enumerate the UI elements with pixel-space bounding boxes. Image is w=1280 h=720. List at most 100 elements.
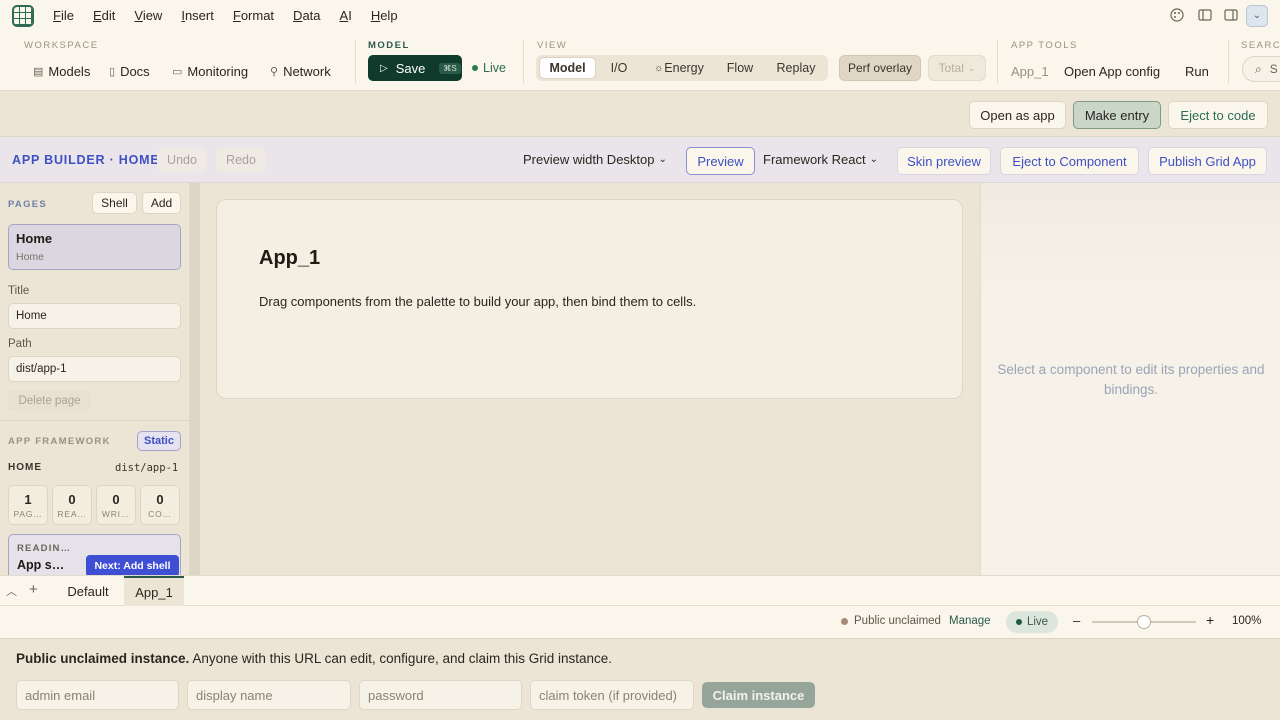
- make-entry-button[interactable]: Make entry: [1073, 101, 1161, 129]
- eject-to-component-button[interactable]: Eject to Component: [1000, 147, 1139, 175]
- redo-button[interactable]: Redo: [216, 148, 266, 172]
- menu-help[interactable]: Help: [371, 8, 398, 23]
- menu-ai[interactable]: AI: [340, 8, 352, 23]
- display-name-field[interactable]: display name: [187, 680, 351, 710]
- menu-data[interactable]: Data: [293, 8, 320, 23]
- open-app-config-button[interactable]: Open App config: [1064, 60, 1160, 82]
- models-button[interactable]: ▤ Models: [33, 60, 90, 82]
- model-label: MODEL: [368, 40, 410, 51]
- readiness-title: App s…: [17, 558, 65, 572]
- undo-button[interactable]: Undo: [157, 148, 207, 172]
- live-badge-label: Live: [1026, 616, 1049, 628]
- view-model-tab[interactable]: Model: [540, 58, 595, 78]
- live-label: Live: [483, 61, 506, 75]
- shell-button[interactable]: Shell: [92, 192, 137, 214]
- preview-width-select[interactable]: Preview width Desktop ⌄: [523, 152, 667, 167]
- stat-components: 0 CO…: [140, 485, 180, 525]
- menu-edit[interactable]: Edit: [93, 8, 115, 23]
- live-dot-icon: [1015, 619, 1022, 625]
- palette-icon[interactable]: [1169, 8, 1185, 24]
- search-icon: ⌕: [1255, 61, 1262, 76]
- stat-label: WRI…: [101, 509, 131, 519]
- divider: [0, 420, 189, 421]
- stat-reads: 0 REA…: [52, 485, 92, 525]
- admin-email-field[interactable]: admin email: [16, 680, 179, 710]
- preview-button[interactable]: Preview: [686, 147, 755, 175]
- run-button[interactable]: Run: [1185, 60, 1209, 82]
- divider: [1228, 40, 1229, 84]
- view-label: VIEW: [537, 40, 568, 51]
- grid-logo-icon[interactable]: [12, 5, 34, 27]
- menu-insert[interactable]: Insert: [181, 8, 214, 23]
- stat-writes: 0 WRI…: [96, 485, 136, 525]
- claim-instance-button[interactable]: Claim instance: [702, 682, 815, 708]
- chevron-up-icon[interactable]: ︿: [6, 583, 17, 599]
- panel-resize-handle[interactable]: [190, 183, 200, 575]
- total-select[interactable]: Total ⌄: [928, 55, 986, 81]
- view-energy-tab[interactable]: ☼ Energy: [648, 58, 710, 78]
- view-io-tab[interactable]: I/O: [601, 58, 637, 78]
- delete-page-button[interactable]: Delete page: [8, 390, 91, 411]
- open-as-app-button[interactable]: Open as app: [969, 101, 1066, 129]
- monitoring-button[interactable]: ▭ Monitoring: [172, 60, 248, 82]
- monitoring-label: Monitoring: [187, 63, 249, 79]
- app-name: App_1: [1011, 63, 1049, 79]
- zoom-in-button[interactable]: +: [1206, 612, 1214, 628]
- book-icon: ▯: [109, 65, 116, 78]
- manage-link[interactable]: Manage: [949, 615, 991, 627]
- claim-token-field[interactable]: claim token (if provided): [530, 680, 694, 710]
- energy-label: Energy: [664, 61, 704, 75]
- tab-default[interactable]: Default: [52, 576, 124, 606]
- app-builder-title: APP BUILDER · HOME: [12, 153, 160, 167]
- menu-view[interactable]: View: [134, 8, 162, 23]
- claim-heading: Public unclaimed instance.: [16, 651, 190, 666]
- framework-label: Framework React: [763, 152, 866, 167]
- static-mode-button[interactable]: Static: [137, 431, 181, 451]
- view-replay-tab[interactable]: Replay: [770, 58, 822, 78]
- docs-label: Docs: [120, 63, 150, 79]
- framework-select[interactable]: Framework React ⌄: [763, 152, 878, 167]
- view-segmented-control: Model I/O ☼ Energy Flow Replay: [536, 55, 828, 81]
- chevron-down-icon: ⌄: [869, 154, 878, 165]
- live-indicator: Live: [472, 61, 506, 75]
- eject-to-code-button[interactable]: Eject to code: [1168, 101, 1268, 129]
- zoom-slider-handle[interactable]: [1137, 615, 1151, 629]
- chevron-down-icon[interactable]: ⌄: [1246, 5, 1268, 27]
- left-panel-icon[interactable]: [1197, 8, 1213, 24]
- title-label: Title: [8, 285, 30, 297]
- menu-format[interactable]: Format: [233, 8, 274, 23]
- skin-preview-button[interactable]: Skin preview: [897, 147, 991, 175]
- menu-file[interactable]: File: [53, 8, 74, 23]
- docs-button[interactable]: ▯ Docs: [109, 60, 150, 82]
- password-field[interactable]: password: [359, 680, 522, 710]
- save-label: Save: [395, 60, 426, 76]
- stat-label: REA…: [57, 509, 87, 519]
- page-title-field[interactable]: Home: [8, 303, 181, 329]
- perf-overlay-button[interactable]: Perf overlay: [839, 55, 921, 81]
- page-path-field[interactable]: dist/app-1: [8, 356, 181, 382]
- next-add-shell-button[interactable]: Next: Add shell: [86, 555, 179, 575]
- divider: [355, 40, 356, 84]
- claim-message: Public unclaimed instance. Anyone with t…: [16, 651, 612, 666]
- chevron-down-icon: ⌄: [658, 154, 667, 165]
- stat-pages: 1 PAG…: [8, 485, 48, 525]
- divider: [997, 40, 998, 84]
- stat-label: CO…: [148, 509, 172, 519]
- table-icon: ▤: [33, 65, 44, 78]
- view-flow-tab[interactable]: Flow: [722, 58, 758, 78]
- network-button[interactable]: ⚲ Network: [270, 60, 331, 82]
- publish-grid-app-button[interactable]: Publish Grid App: [1148, 147, 1267, 175]
- status-bar: Public unclaimed Manage Live – + 100%: [0, 606, 1280, 638]
- page-item-title: Home: [16, 231, 53, 246]
- zoom-out-button[interactable]: –: [1073, 613, 1080, 628]
- add-page-button[interactable]: Add: [142, 192, 181, 214]
- zoom-level: 100%: [1232, 615, 1262, 627]
- right-panel-icon[interactable]: [1223, 8, 1239, 24]
- add-sheet-icon[interactable]: +: [29, 581, 38, 598]
- tab-app-1[interactable]: App_1: [124, 576, 184, 606]
- search-input[interactable]: ⌕ S: [1242, 56, 1280, 82]
- save-button[interactable]: ▷ Save ⌘S: [368, 55, 462, 81]
- readiness-label: READIN…: [17, 543, 72, 554]
- page-item-home[interactable]: Home Home: [8, 224, 181, 270]
- app-preview-card[interactable]: App_1 Drag components from the palette t…: [216, 199, 963, 399]
